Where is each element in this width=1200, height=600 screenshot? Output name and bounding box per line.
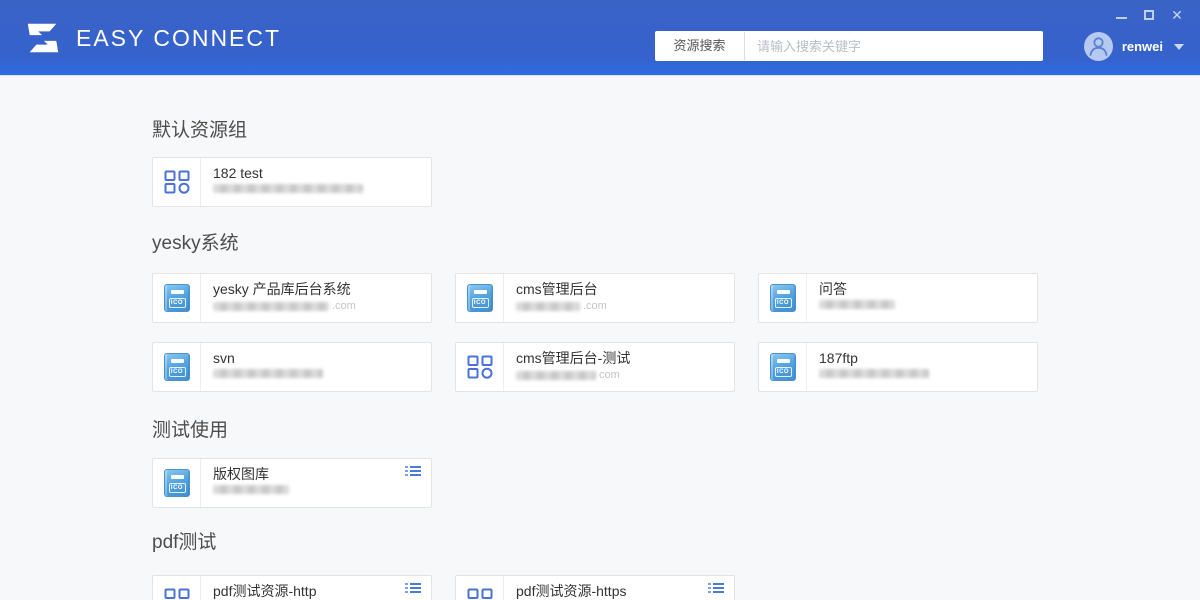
list-menu-icon[interactable]: [405, 466, 421, 476]
resource-address: [819, 300, 1027, 309]
resource-card-187ftp[interactable]: ICO 187ftp: [758, 342, 1038, 392]
resource-title: 187ftp: [819, 349, 1027, 367]
avatar: [1084, 32, 1113, 61]
card-row: ICO yesky 产品库后台系统 .com ICO cms管理后台: [152, 273, 1200, 323]
resource-address: [213, 369, 421, 378]
resource-address: [819, 369, 1027, 378]
resource-title: 问答: [819, 280, 1027, 298]
resource-address: com: [516, 369, 724, 382]
resource-card-pdf-https[interactable]: pdf测试资源-https: [455, 575, 735, 600]
close-icon: ✕: [1171, 8, 1183, 22]
card-row: ICO svn cms管理后台-测试: [152, 342, 1200, 392]
title-bar: EASY CONNECT 资源搜索 renwei ✕: [0, 0, 1200, 76]
app-logo: EASY CONNECT: [24, 20, 281, 56]
close-button[interactable]: ✕: [1168, 6, 1186, 24]
app-group-icon: [467, 355, 493, 379]
user-menu[interactable]: renwei: [1084, 32, 1184, 61]
maximize-button[interactable]: [1140, 6, 1158, 24]
resource-address: [213, 184, 421, 193]
redacted-address: [819, 369, 929, 378]
app-group-icon: [164, 170, 190, 194]
search-input[interactable]: [745, 31, 1043, 61]
redacted-address: [819, 300, 895, 309]
resource-card-svn[interactable]: ICO svn: [152, 342, 432, 392]
ico-favicon-icon: ICO: [770, 353, 796, 381]
section-title-pdf-test: pdf测试: [152, 530, 1200, 556]
ico-favicon-icon: ICO: [467, 284, 493, 312]
resource-title: pdf测试资源-https: [516, 582, 724, 600]
redacted-address: [516, 371, 596, 380]
redacted-address: [213, 485, 289, 494]
resource-card-cms-admin[interactable]: ICO cms管理后台 .com: [455, 273, 735, 323]
resource-card-pdf-http[interactable]: pdf测试资源-http: [152, 575, 432, 600]
resource-card-182-test[interactable]: 182 test: [152, 157, 432, 207]
redacted-address: [213, 184, 363, 193]
resource-list: 默认资源组 182 test yesky系统: [0, 118, 1200, 600]
resource-address: [213, 485, 421, 494]
card-row: ICO 版权图库: [152, 458, 1200, 508]
resource-title: svn: [213, 349, 421, 367]
section-title-test-use: 测试使用: [152, 418, 1200, 444]
minimize-icon: [1116, 17, 1127, 19]
card-row: 182 test: [152, 157, 1200, 207]
resource-title: cms管理后台-测试: [516, 349, 724, 367]
resource-title: yesky 产品库后台系统: [213, 280, 421, 298]
card-row: pdf测试资源-http pdf测试资源-https: [152, 575, 1200, 600]
ico-favicon-icon: ICO: [164, 353, 190, 381]
redacted-address: [213, 302, 329, 311]
resource-card-qa[interactable]: ICO 问答: [758, 273, 1038, 323]
resource-search: 资源搜索: [655, 31, 1043, 61]
list-menu-icon[interactable]: [708, 583, 724, 593]
resource-title: pdf测试资源-http: [213, 582, 421, 600]
person-icon: [1084, 32, 1113, 61]
ico-favicon-icon: ICO: [770, 284, 796, 312]
section-title-default-group: 默认资源组: [152, 118, 1200, 144]
resource-title: 182 test: [213, 164, 421, 182]
app-group-icon: [164, 588, 190, 600]
list-menu-icon[interactable]: [405, 583, 421, 593]
maximize-icon: [1144, 10, 1154, 20]
app-group-icon: [467, 588, 493, 600]
window-controls: ✕: [1112, 6, 1186, 24]
redacted-address: [213, 369, 323, 378]
username-label: renwei: [1122, 39, 1163, 54]
resource-title: cms管理后台: [516, 280, 724, 298]
resource-address: .com: [213, 300, 421, 313]
section-title-yesky: yesky系统: [152, 231, 1200, 257]
resource-card-yesky-product[interactable]: ICO yesky 产品库后台系统 .com: [152, 273, 432, 323]
card-icon-cell: [153, 158, 201, 206]
resource-title: 版权图库: [213, 465, 421, 483]
minimize-button[interactable]: [1112, 6, 1130, 24]
resource-address: .com: [516, 300, 724, 313]
ico-favicon-icon: ICO: [164, 284, 190, 312]
search-scope-label: 资源搜索: [655, 32, 745, 60]
ico-favicon-icon: ICO: [164, 469, 190, 497]
resource-card-copyright-gallery[interactable]: ICO 版权图库: [152, 458, 432, 508]
chevron-down-icon: [1174, 44, 1184, 50]
resource-card-cms-test[interactable]: cms管理后台-测试 com: [455, 342, 735, 392]
sangfor-s-logo-icon: [24, 20, 62, 56]
redacted-address: [516, 302, 580, 311]
app-title: EASY CONNECT: [76, 25, 281, 52]
